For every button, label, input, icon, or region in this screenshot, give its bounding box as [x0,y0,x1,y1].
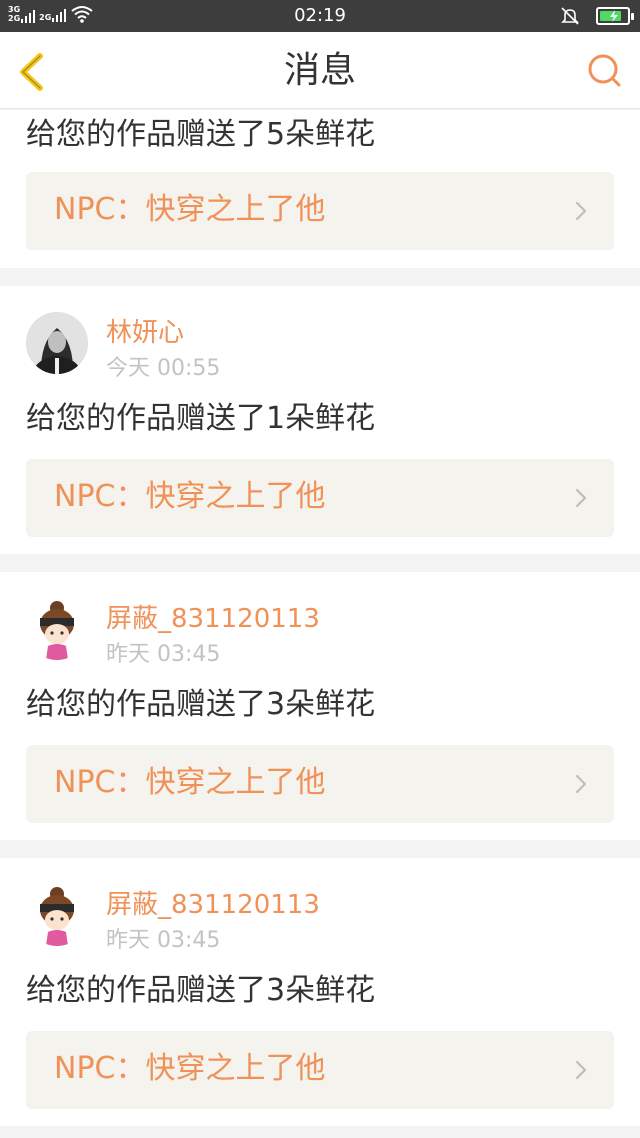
battery-icon [596,7,634,25]
work-link[interactable]: NPC：快穿之上了他 [26,745,614,823]
work-title: NPC：快穿之上了他 [54,765,326,800]
gift-text: 给您的作品赠送了3朵鲜花 [26,973,376,1008]
work-title: NPC：快穿之上了他 [54,479,326,514]
gift-text: 给您的作品赠送了5朵鲜花 [26,117,376,152]
charging-bolt-icon [610,10,618,22]
message-card: 屏蔽_831120113 昨天 03:45 给您的作品赠送了3朵鲜花 NPC：快… [0,572,640,840]
username[interactable]: 林妍心 [106,318,184,348]
timestamp: 昨天 03:45 [106,642,221,667]
username[interactable]: 屏蔽_831120113 [106,604,320,634]
muted-bell-icon [561,7,579,25]
nav-header: 消息 [0,32,640,109]
message-card: 给您的作品赠送了5朵鲜花 NPC：快穿之上了他 [0,110,640,268]
chevron-right-icon [575,1060,587,1080]
page-title: 消息 [283,50,356,91]
separator [0,268,640,286]
search-icon[interactable] [586,52,624,90]
cartoon-avatar-icon [26,598,88,660]
work-title: NPC：快穿之上了他 [54,192,326,227]
timestamp: 昨天 03:45 [106,928,221,953]
gift-text: 给您的作品赠送了1朵鲜花 [26,401,376,436]
chevron-right-icon [575,201,587,221]
message-list: 给您的作品赠送了5朵鲜花 NPC：快穿之上了他 林妍心 今天 00:55 给您的… [0,110,640,1126]
work-link[interactable]: NPC：快穿之上了他 [26,1031,614,1109]
message-card: 林妍心 今天 00:55 给您的作品赠送了1朵鲜花 NPC：快穿之上了他 [0,286,640,554]
separator [0,840,640,858]
message-card: 屏蔽_831120113 昨天 03:45 给您的作品赠送了3朵鲜花 NPC：快… [0,858,640,1126]
avatar[interactable] [26,884,88,946]
username[interactable]: 屏蔽_831120113 [106,890,320,920]
status-bar: 3G 2G 2G 02:19 [0,0,640,32]
cartoon-avatar-icon [26,884,88,946]
separator [0,554,640,572]
user-photo-icon [26,312,88,374]
timestamp: 今天 00:55 [106,356,221,381]
work-link[interactable]: NPC：快穿之上了他 [26,459,614,537]
chevron-right-icon [575,488,587,508]
gift-text: 给您的作品赠送了3朵鲜花 [26,687,376,722]
work-link[interactable]: NPC：快穿之上了他 [26,172,614,250]
clock: 02:19 [294,5,346,26]
work-title: NPC：快穿之上了他 [54,1051,326,1086]
chevron-right-icon [575,774,587,794]
avatar[interactable] [26,312,88,374]
avatar[interactable] [26,598,88,660]
